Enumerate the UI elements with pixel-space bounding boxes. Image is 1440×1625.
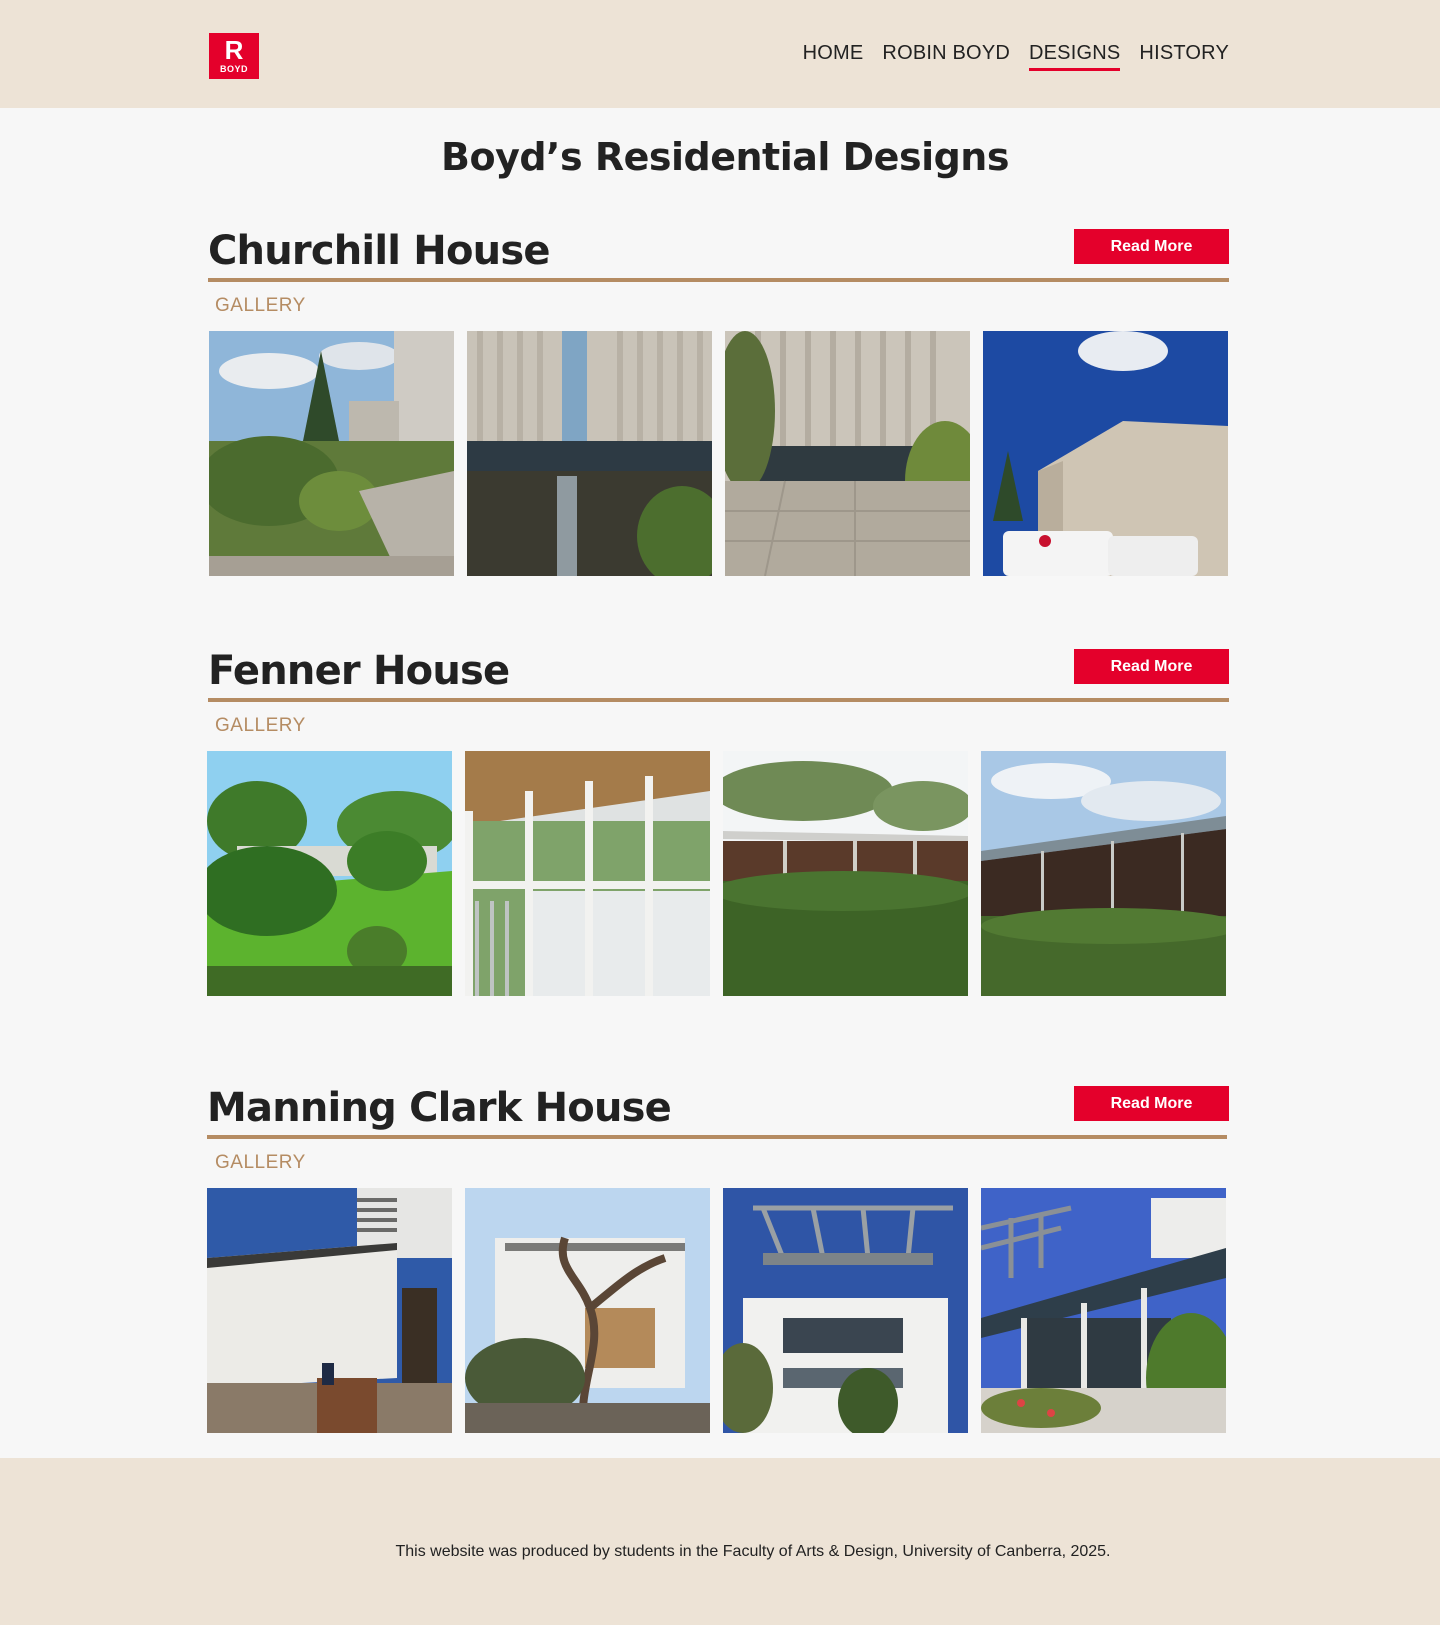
house-name: Churchill House (208, 228, 550, 274)
nav-designs[interactable]: DESIGNS (1029, 38, 1121, 71)
photo-white-brick-corner[interactable] (207, 1188, 452, 1433)
gallery-label: GALLERY (215, 1152, 306, 1173)
house-header: Churchill House Read More (208, 222, 1229, 282)
site-footer: This website was produced by students in… (0, 1458, 1440, 1625)
photo-exterior-with-vans[interactable] (983, 331, 1228, 576)
read-more-button[interactable]: Read More (1074, 649, 1229, 684)
main-nav: HOME ROBIN BOYD DESIGNS HISTORY (803, 38, 1229, 71)
photo-window-wall[interactable] (465, 751, 710, 996)
photo-courtyard-garden[interactable] (209, 331, 454, 576)
read-more-button[interactable]: Read More (1074, 1086, 1229, 1121)
photo-paved-courtyard[interactable] (725, 331, 970, 576)
boyd-logo[interactable]: R BOYD (209, 33, 259, 79)
house-name: Manning Clark House (207, 1085, 672, 1131)
logo-word: BOYD (219, 64, 248, 74)
page-title: Boyd’s Residential Designs (441, 135, 1009, 179)
gallery (207, 751, 1226, 996)
nav-history[interactable]: HISTORY (1139, 38, 1229, 71)
photo-eaves-sky[interactable] (981, 751, 1226, 996)
footer-credit: This website was produced by students in… (395, 1543, 1111, 1560)
photo-reflecting-pool[interactable] (467, 331, 712, 576)
nav-home[interactable]: HOME (803, 38, 864, 71)
photo-roofline-hedge[interactable] (723, 751, 968, 996)
gallery (207, 1188, 1226, 1433)
nav-robin-boyd[interactable]: ROBIN BOYD (882, 38, 1010, 71)
photo-verandah-garden[interactable] (981, 1188, 1226, 1433)
house-name: Fenner House (208, 648, 510, 694)
house-header: Fenner House Read More (208, 642, 1229, 702)
gallery (209, 331, 1228, 576)
gallery-label: GALLERY (215, 295, 306, 316)
logo-letter: R (224, 35, 244, 65)
photo-house-on-lawn[interactable] (207, 751, 452, 996)
photo-facade-pergola[interactable] (723, 1188, 968, 1433)
photo-vine-pergola[interactable] (465, 1188, 710, 1433)
gallery-label: GALLERY (215, 715, 306, 736)
house-header: Manning Clark House Read More (207, 1079, 1229, 1139)
site-header: R BOYD HOME ROBIN BOYD DESIGNS HISTORY (0, 0, 1440, 108)
read-more-button[interactable]: Read More (1074, 229, 1229, 264)
